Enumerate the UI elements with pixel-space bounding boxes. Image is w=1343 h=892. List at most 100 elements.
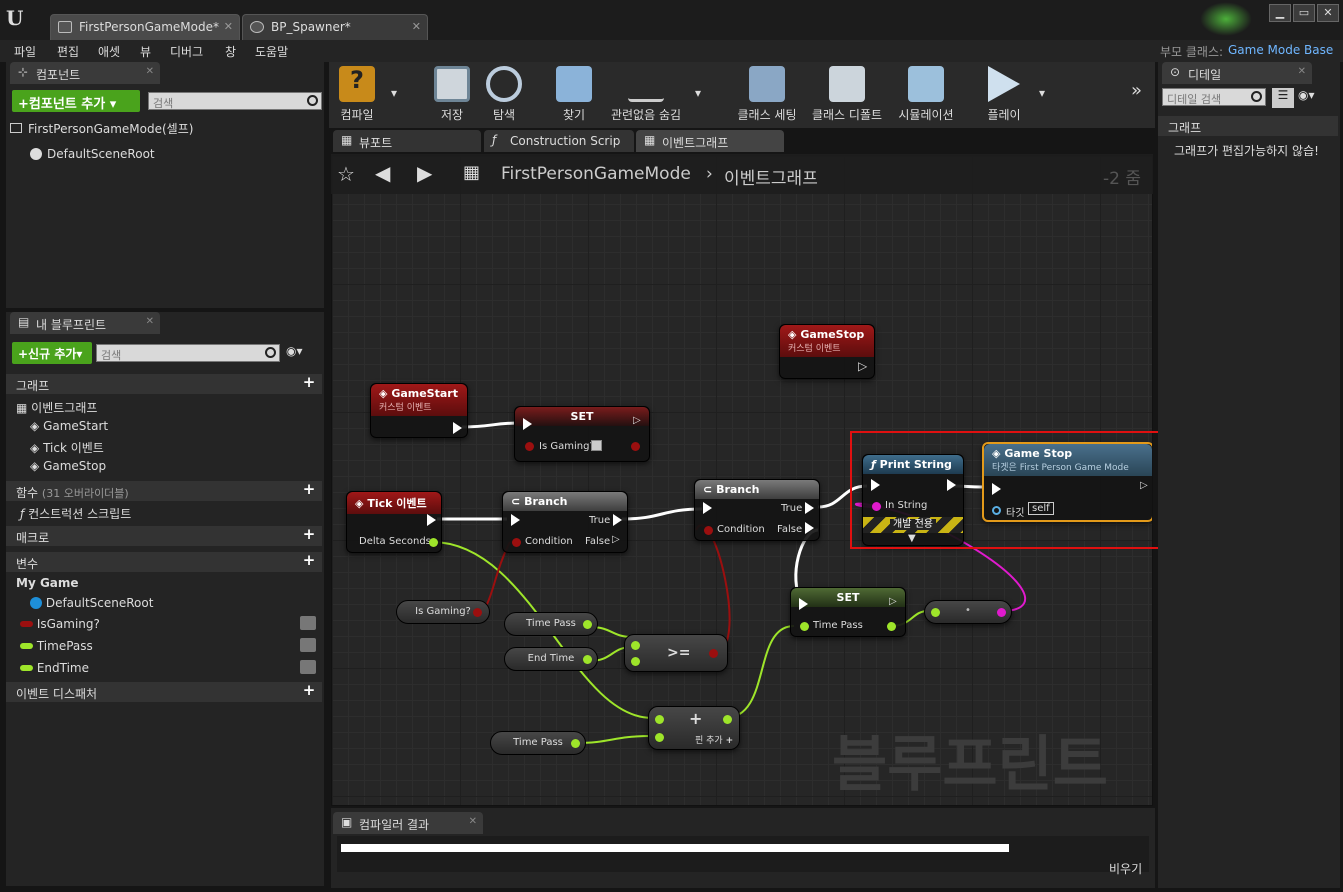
add-graph-icon[interactable]: +	[302, 375, 316, 390]
close-icon[interactable]: ✕	[146, 66, 154, 77]
event-graph-item[interactable]: ▦ 이벤트그래프	[16, 399, 97, 416]
parent-class-link[interactable]: Game Mode Base	[1228, 43, 1333, 57]
exec-out-pin-icon[interactable]: ▷	[889, 596, 897, 607]
node-get-timepass-2[interactable]: Time Pass	[490, 731, 586, 755]
toolbar-overflow-icon[interactable]: »	[1131, 80, 1142, 101]
exec-in-pin[interactable]	[523, 418, 532, 430]
variable-item[interactable]: EndTime	[20, 660, 320, 675]
doc-tab-spawner[interactable]: BP_Spawner* ✕	[242, 14, 428, 40]
macros-section-header[interactable]: 매크로 +	[6, 526, 322, 546]
list-view-icon[interactable]: ☰	[1272, 88, 1294, 108]
exec-in-pin[interactable]	[703, 502, 712, 514]
exec-out-pin[interactable]	[805, 522, 814, 534]
menu-edit[interactable]: 편집	[57, 43, 79, 60]
float-out-pin[interactable]	[887, 622, 896, 631]
eye-toggle-icon[interactable]	[300, 660, 316, 674]
blueprint-search-input[interactable]: 검색	[96, 344, 280, 362]
details-graph-section[interactable]: 그래프	[1158, 116, 1338, 136]
bool-out-pin[interactable]	[473, 608, 482, 617]
exec-out-pin[interactable]	[805, 502, 814, 514]
compile-button[interactable]: ? 컴파일	[331, 64, 383, 124]
component-scene-root[interactable]: DefaultSceneRoot	[30, 147, 155, 161]
float-out-pin[interactable]	[571, 739, 580, 748]
dispatchers-section-header[interactable]: 이벤트 디스패처 +	[6, 682, 322, 702]
variable-category[interactable]: My Game	[16, 576, 79, 590]
breadcrumb-blueprint[interactable]: FirstPersonGameMode	[501, 164, 691, 184]
add-variable-icon[interactable]: +	[302, 553, 316, 568]
close-icon[interactable]: ✕	[469, 816, 477, 827]
add-function-icon[interactable]: +	[302, 482, 316, 497]
browse-button[interactable]: 탐색	[481, 64, 527, 124]
breadcrumb-graph[interactable]: 이벤트그래프	[724, 164, 818, 189]
exec-out-pin-icon[interactable]: ▷	[858, 359, 867, 373]
back-arrow-icon[interactable]: ◀	[375, 161, 390, 185]
node-get-endtime[interactable]: End Time	[504, 647, 598, 671]
menu-view[interactable]: 뷰	[140, 43, 151, 60]
node-get-timepass[interactable]: Time Pass	[504, 612, 598, 636]
bool-out-pin[interactable]	[631, 442, 640, 451]
bool-out-pin[interactable]	[709, 649, 718, 658]
variable-item[interactable]: IsGaming?	[20, 616, 320, 631]
close-window-button[interactable]: ✕	[1317, 4, 1339, 22]
node-compare[interactable]: >=	[624, 634, 728, 672]
exec-out-pin-icon[interactable]: ▷	[612, 534, 620, 545]
components-search-input[interactable]: 검색	[148, 92, 322, 110]
float-out-pin[interactable]	[583, 620, 592, 629]
tab-viewport[interactable]: ▦ 뷰포트	[333, 130, 481, 152]
add-macro-icon[interactable]: +	[302, 527, 316, 542]
eye-icon[interactable]: ◉▾	[1298, 88, 1315, 102]
details-tab[interactable]: ⊙ 디테일 ✕	[1162, 62, 1312, 84]
details-search-input[interactable]: 디테일 검색	[1162, 88, 1266, 106]
clear-button[interactable]: 비우기	[1109, 860, 1142, 877]
tab-event-graph[interactable]: ▦ 이벤트그래프	[636, 130, 784, 152]
minimize-button[interactable]: ▁	[1269, 4, 1291, 22]
float-pin[interactable]	[931, 608, 940, 617]
find-button[interactable]: 찾기	[551, 64, 597, 124]
node-get-isgaming[interactable]: Is Gaming?	[396, 600, 490, 624]
source-control-icon[interactable]	[1200, 2, 1252, 36]
add-dispatcher-icon[interactable]: +	[302, 683, 316, 698]
close-icon[interactable]: ✕	[146, 316, 154, 327]
menu-debug[interactable]: 디버그	[170, 43, 203, 60]
menu-file[interactable]: 파일	[14, 43, 36, 60]
menu-asset[interactable]: 애셋	[98, 43, 120, 60]
node-add[interactable]: + 핀 추가 +	[648, 706, 740, 750]
event-item-gamestart[interactable]: ◈ GameStart	[30, 419, 108, 433]
variables-section-header[interactable]: 변수 +	[6, 552, 322, 572]
tab-construction-script[interactable]: ƒ Construction Scrip	[484, 130, 634, 152]
construction-script-item[interactable]: ƒ 컨스트럭션 스크립트	[20, 505, 131, 522]
event-item-tick[interactable]: ◈ Tick 이벤트	[30, 439, 104, 456]
variable-item[interactable]: TimePass	[20, 638, 320, 653]
maximize-button[interactable]: ▭	[1293, 4, 1315, 22]
close-icon[interactable]: ✕	[1298, 66, 1306, 77]
menu-help[interactable]: 도움말	[255, 43, 288, 60]
float-pin[interactable]	[631, 657, 640, 666]
simulation-button[interactable]: 시뮬레이션	[891, 64, 961, 124]
close-icon[interactable]: ✕	[224, 20, 233, 33]
star-icon[interactable]: ☆	[337, 162, 355, 186]
components-tab[interactable]: ⊹ 컴포넌트 ✕	[10, 62, 160, 84]
node-set-timepass[interactable]: SET ▷ Time Pass	[790, 587, 906, 637]
float-pin[interactable]	[631, 641, 640, 650]
add-new-button[interactable]: +신규 추가▾	[12, 342, 92, 364]
node-gamestart-event[interactable]: ◈ GameStart 커스텀 이벤트	[370, 383, 468, 438]
float-out-pin[interactable]	[429, 538, 438, 547]
bool-pin[interactable]	[512, 538, 521, 547]
exec-out-pin-icon[interactable]: ▷	[633, 415, 641, 426]
chevron-down-icon[interactable]: ▾	[695, 86, 701, 100]
eye-toggle-icon[interactable]	[300, 638, 316, 652]
compiler-results-tab[interactable]: ▣ 컴파일러 결과 ✕	[333, 812, 483, 834]
close-icon[interactable]: ✕	[412, 20, 421, 33]
add-pin-button[interactable]: 핀 추가 +	[695, 733, 733, 746]
play-button[interactable]: 플레이	[979, 64, 1029, 124]
graph-section-header[interactable]: 그래프 +	[6, 374, 322, 394]
float-out-pin[interactable]	[583, 655, 592, 664]
bool-pin[interactable]	[525, 442, 534, 451]
float-pin[interactable]	[800, 622, 809, 631]
node-branch-1[interactable]: ⊂ Branch True Condition False ▷	[502, 491, 628, 553]
forward-arrow-icon[interactable]: ▶	[417, 161, 432, 185]
hide-unrelated-button[interactable]: 관련없음 숨김	[601, 64, 691, 124]
component-root[interactable]: FirstPersonGameMode(셀프)	[10, 120, 324, 137]
bool-pin[interactable]	[704, 526, 713, 535]
add-component-button[interactable]: +컴포넌트 추가 ▾	[12, 90, 140, 112]
